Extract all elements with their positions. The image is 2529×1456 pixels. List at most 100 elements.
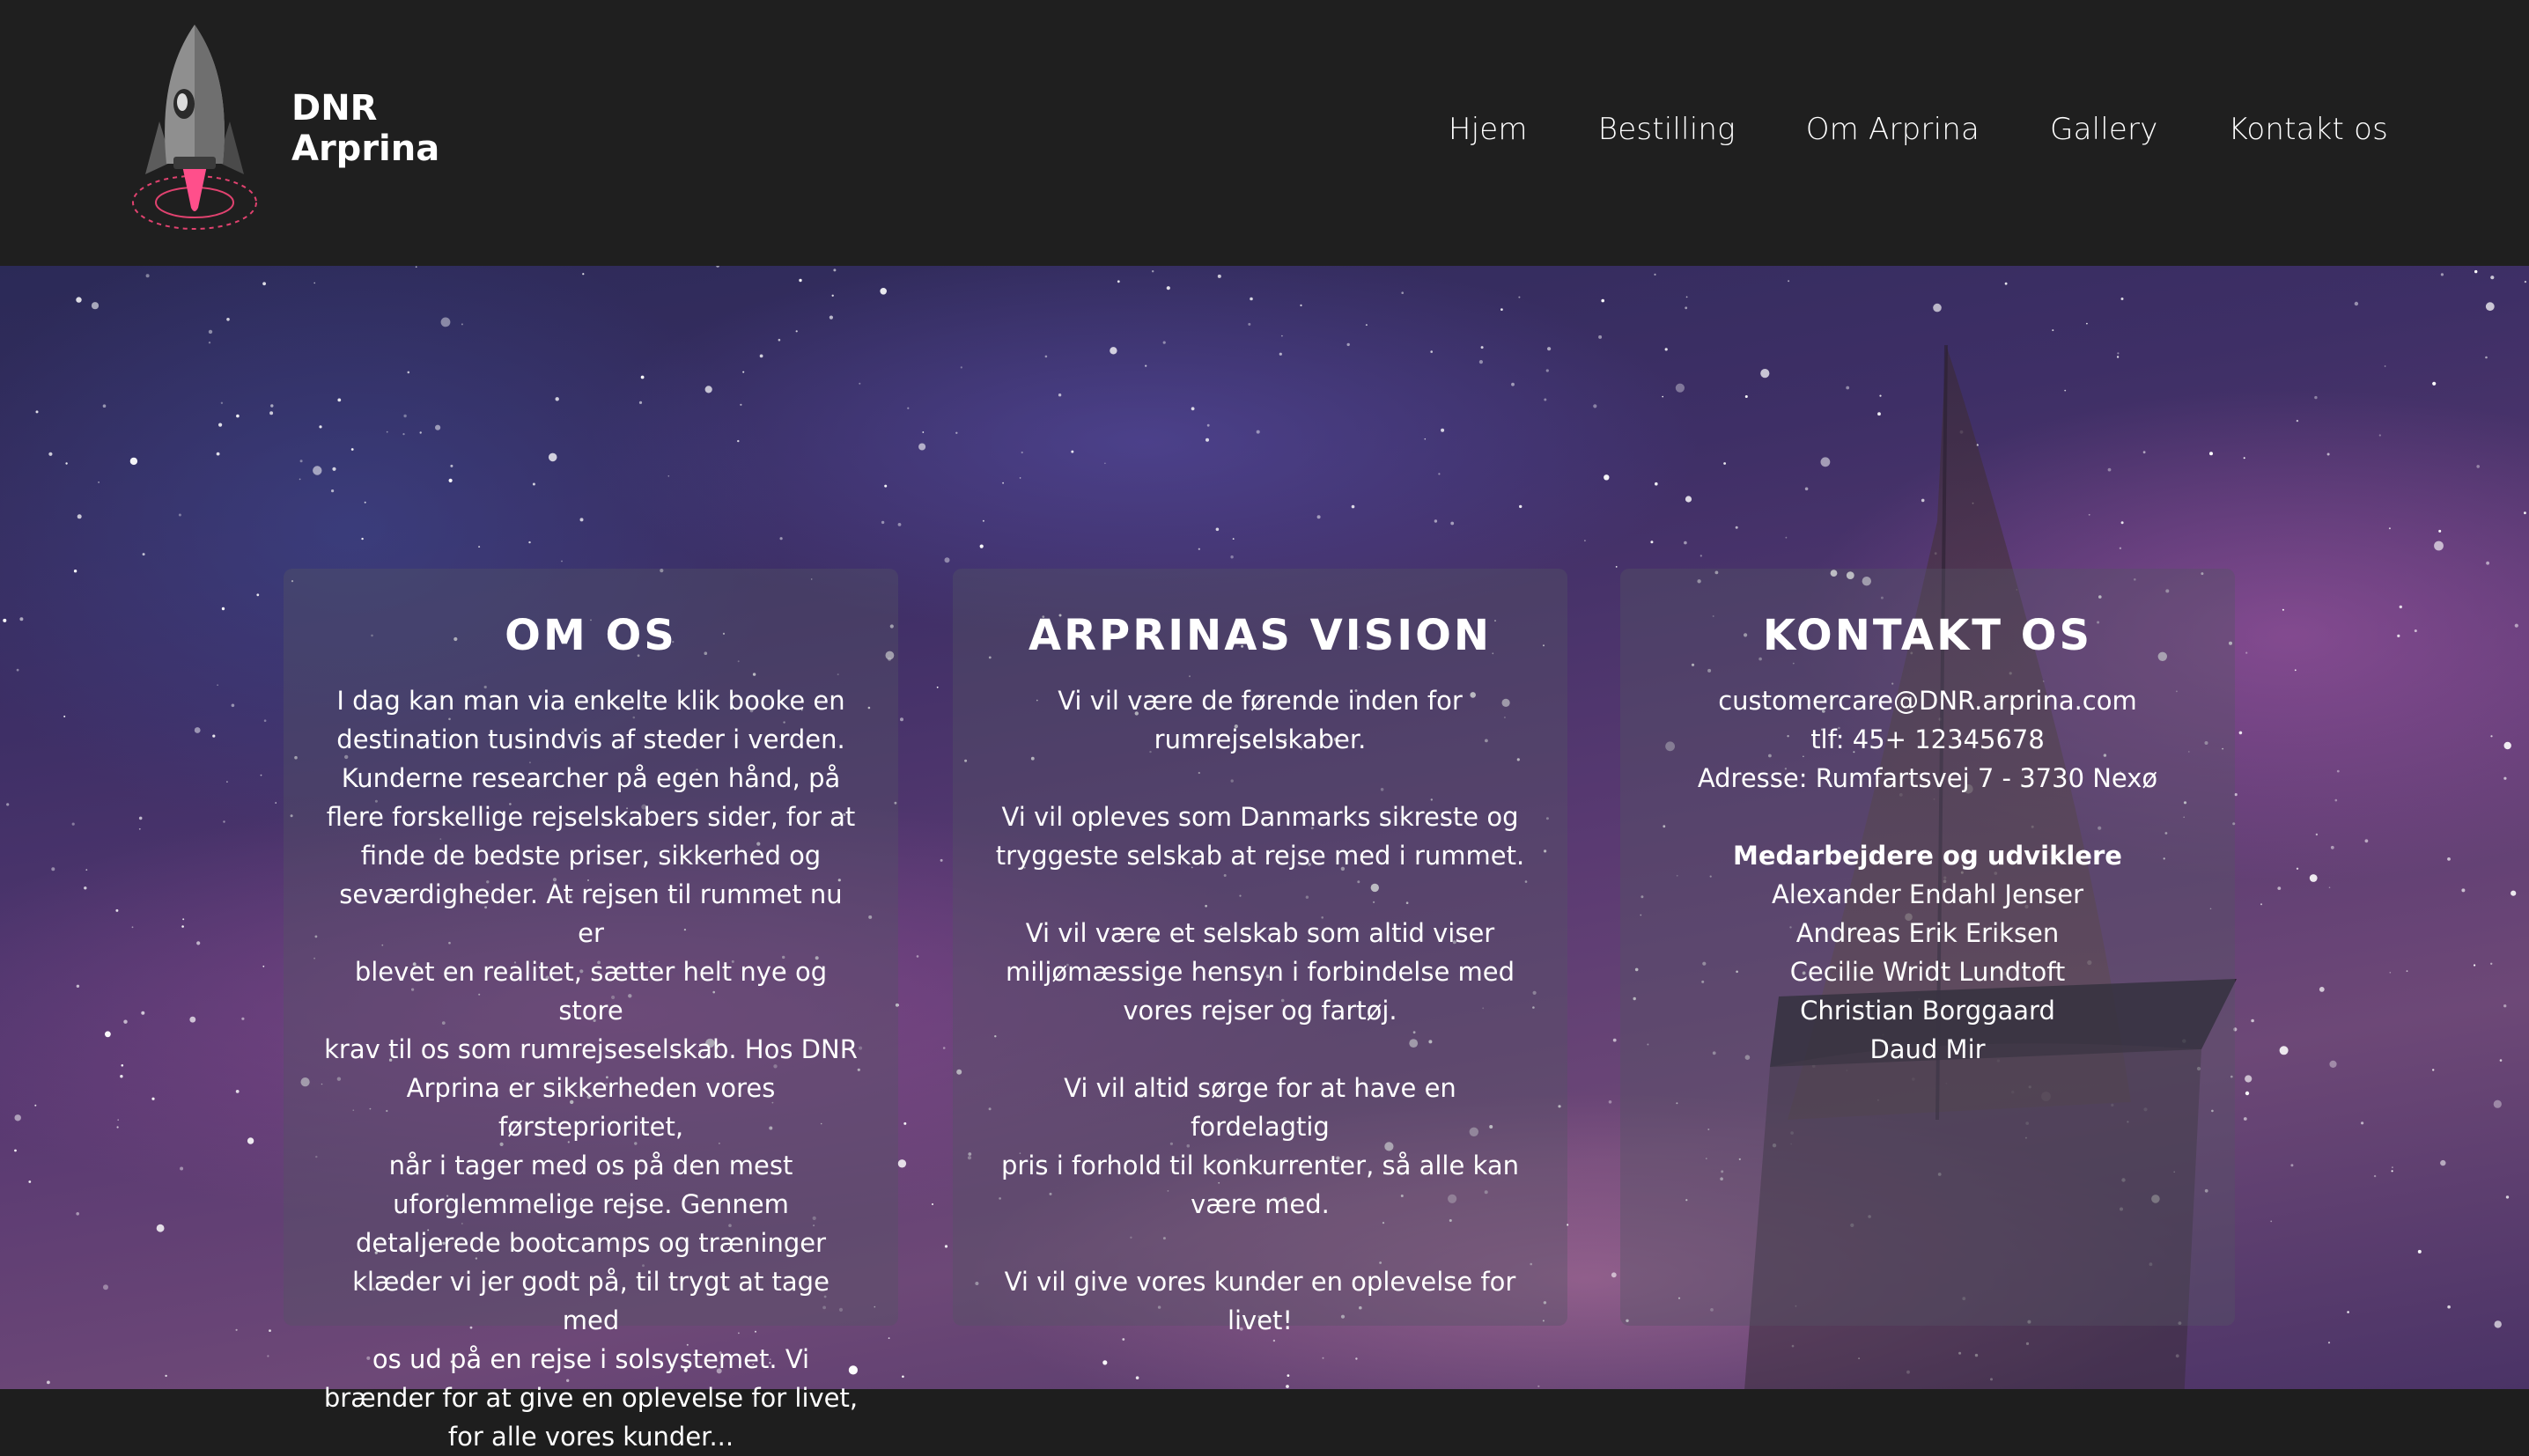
star bbox=[2490, 962, 2493, 965]
rocket-logo-icon[interactable] bbox=[128, 16, 269, 240]
brand-name[interactable]: DNR Arprina bbox=[291, 88, 439, 169]
star bbox=[2378, 434, 2381, 437]
star bbox=[2440, 1159, 2446, 1166]
vision-line: pris i forhold til konkurrenter, så alle… bbox=[1000, 1151, 1519, 1180]
staff-list: Medarbejdere og udviklere Alexander Enda… bbox=[1659, 836, 2196, 1069]
star bbox=[1135, 1376, 1139, 1379]
star bbox=[212, 734, 216, 738]
vision-paragraph-2: Vi vil opleves som Danmarks sikreste og … bbox=[992, 798, 1529, 875]
star bbox=[1430, 350, 1433, 353]
star bbox=[76, 1212, 79, 1216]
star bbox=[194, 727, 201, 733]
star bbox=[216, 452, 220, 456]
star bbox=[2086, 322, 2088, 325]
star bbox=[102, 404, 107, 408]
star bbox=[2392, 1166, 2393, 1168]
star bbox=[1511, 382, 1515, 386]
star bbox=[1685, 296, 1688, 298]
star bbox=[262, 282, 266, 286]
star bbox=[403, 414, 407, 418]
star bbox=[1250, 297, 1253, 301]
star bbox=[859, 382, 861, 385]
star bbox=[831, 294, 834, 297]
star bbox=[640, 375, 645, 379]
star bbox=[922, 431, 925, 433]
about-line: I dag kan man via enkelte klik booke en bbox=[336, 686, 845, 716]
star bbox=[2290, 1164, 2294, 1167]
star bbox=[440, 317, 451, 327]
star bbox=[2326, 452, 2330, 456]
star bbox=[1104, 462, 1106, 465]
star bbox=[461, 323, 463, 326]
about-line: Arprina er sikkerheden vores førsteprior… bbox=[406, 1073, 776, 1142]
star bbox=[1021, 451, 1023, 454]
star bbox=[28, 1180, 32, 1183]
star bbox=[742, 371, 745, 373]
star bbox=[299, 478, 301, 481]
star bbox=[103, 1284, 108, 1291]
star bbox=[1500, 308, 1503, 311]
star bbox=[142, 553, 145, 556]
star bbox=[407, 371, 410, 374]
star bbox=[897, 1159, 907, 1168]
contact-title: KONTAKT OS bbox=[1762, 611, 2093, 660]
star bbox=[932, 1203, 933, 1205]
nav-item-kontakt-os[interactable]: Kontakt os bbox=[2229, 107, 2388, 151]
star bbox=[737, 439, 740, 443]
star bbox=[2486, 561, 2490, 565]
nav-item-bestilling[interactable]: Bestilling bbox=[1598, 107, 1736, 151]
star bbox=[2354, 301, 2359, 306]
about-line: for alle vores kunder... bbox=[447, 1422, 734, 1452]
about-line: uforglemmelige rejse. Gennem bbox=[393, 1189, 789, 1219]
star bbox=[478, 546, 481, 548]
about-line: finde de bedste priser, sikkerhed og bbox=[360, 841, 822, 871]
nav-item-hjem[interactable]: Hjem bbox=[1449, 107, 1528, 151]
star bbox=[63, 715, 66, 717]
staff-member: Alexander Endahl Jenser bbox=[1771, 879, 2084, 909]
vision-line: vores rejser og fartøj. bbox=[1123, 996, 1397, 1026]
vision-line: Vi vil altid sørge for at have en fordel… bbox=[1064, 1073, 1456, 1142]
star bbox=[19, 617, 24, 621]
contact-email-link[interactable]: customercare@DNR.arprina.com bbox=[1718, 686, 2137, 716]
star bbox=[208, 342, 211, 344]
staff-member: Andreas Erik Eriksen bbox=[1795, 918, 2060, 948]
star bbox=[1287, 1374, 1290, 1377]
star bbox=[1110, 347, 1117, 355]
star bbox=[3, 618, 7, 622]
star bbox=[84, 886, 87, 890]
nav-item-gallery[interactable]: Gallery bbox=[2050, 107, 2158, 151]
star bbox=[582, 273, 585, 276]
star bbox=[2347, 1311, 2349, 1313]
nav-item-om-arprina[interactable]: Om Arprina bbox=[1806, 107, 1980, 151]
star bbox=[2052, 329, 2054, 332]
staff-member: Daud Mir bbox=[1869, 1034, 1986, 1064]
contact-info: customercare@DNR.arprina.com tlf: 45+ 12… bbox=[1659, 681, 2196, 798]
star bbox=[1198, 548, 1200, 550]
star bbox=[916, 955, 919, 958]
star bbox=[2397, 634, 2400, 637]
about-line: seværdigheder. At rejsen til rummet nu e… bbox=[339, 879, 843, 948]
star bbox=[667, 475, 670, 477]
star bbox=[218, 423, 223, 427]
star bbox=[1117, 280, 1120, 283]
star bbox=[2503, 741, 2511, 750]
star bbox=[936, 686, 939, 688]
star bbox=[208, 329, 213, 335]
star bbox=[779, 537, 783, 540]
site-header: DNR Arprina Hjem Bestilling Om Arprina G… bbox=[0, 0, 2529, 266]
star bbox=[918, 443, 926, 451]
star bbox=[235, 1090, 240, 1093]
star bbox=[1162, 341, 1166, 344]
star bbox=[2120, 298, 2124, 300]
star bbox=[260, 774, 262, 776]
star bbox=[247, 1137, 254, 1144]
star bbox=[2476, 465, 2480, 468]
star bbox=[2438, 529, 2442, 533]
star bbox=[944, 1245, 948, 1248]
star bbox=[98, 482, 100, 483]
about-line: flere forskellige rejselskabers sider, f… bbox=[326, 802, 856, 832]
star bbox=[319, 425, 322, 429]
star bbox=[2432, 381, 2437, 386]
star bbox=[217, 684, 218, 686]
star bbox=[881, 520, 885, 525]
